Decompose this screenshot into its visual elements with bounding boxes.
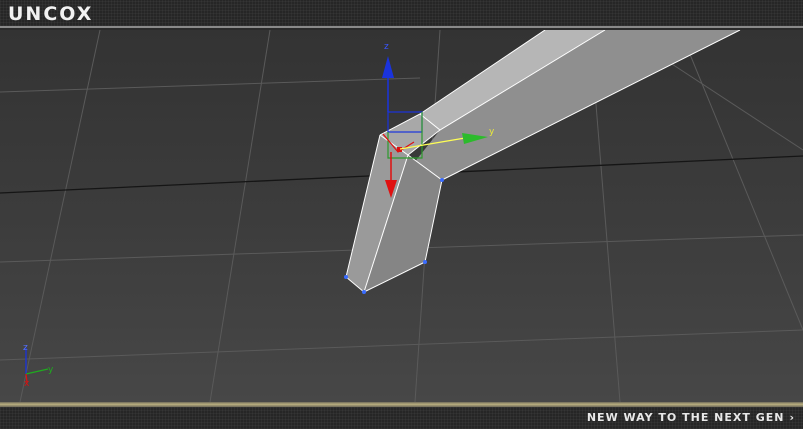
tripod-x-label: x [24, 379, 30, 389]
chevron-right-icon: › [789, 411, 795, 424]
gizmo-y-label: y [489, 127, 495, 137]
footer-tagline-text: NEW WAY TO THE NEXT GEN [586, 411, 785, 424]
tripod-z-label: z [23, 343, 28, 353]
3d-viewport[interactable]: z y z y x [0, 30, 803, 402]
viewport-canvas[interactable]: z y z y x [0, 30, 803, 402]
gizmo-z-arrow[interactable] [382, 56, 394, 78]
title-bar: UNCOX [0, 0, 803, 28]
gizmo-center-handle[interactable] [397, 147, 402, 152]
footer-tagline-link[interactable]: NEW WAY TO THE NEXT GEN › [587, 410, 795, 426]
gizmo-z-label: z [384, 42, 389, 52]
tripod-y-label: y [48, 365, 54, 375]
app-logo: UNCOX [8, 3, 94, 25]
footer-bar: NEW WAY TO THE NEXT GEN › [0, 407, 803, 429]
